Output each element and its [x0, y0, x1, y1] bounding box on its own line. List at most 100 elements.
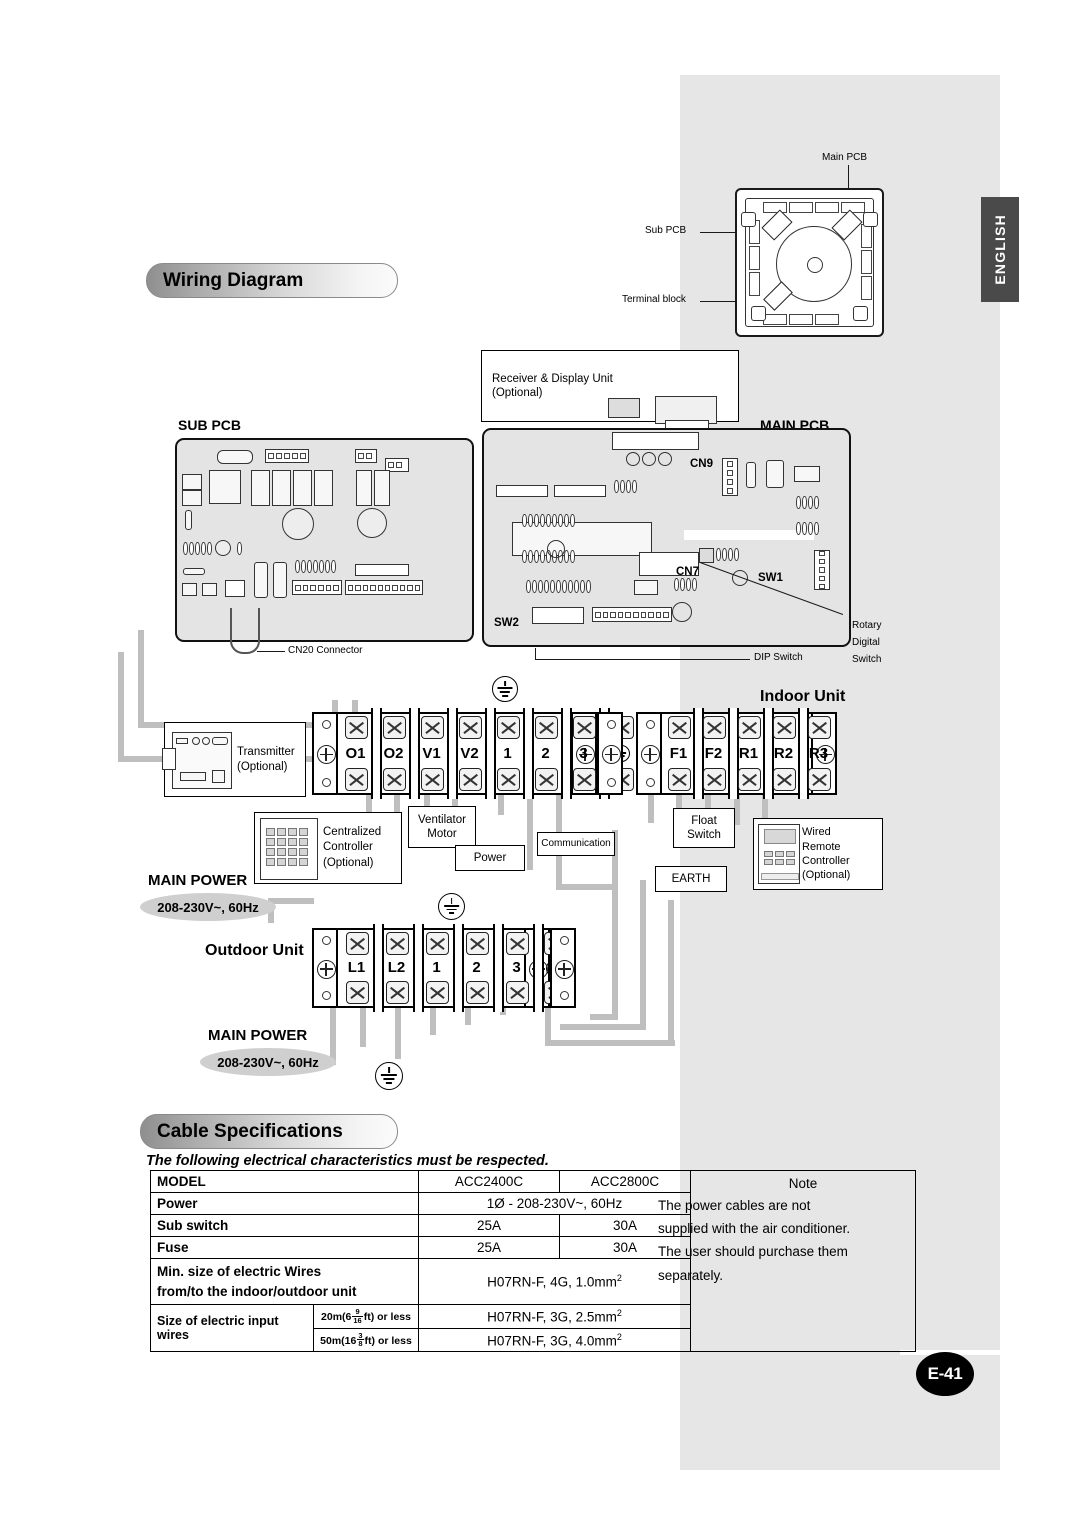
- indoor-unit-heading: Indoor Unit: [760, 688, 846, 705]
- table-header-acc2400c: ACC2400C: [418, 1170, 560, 1193]
- table-note-paragraph: The power cables are not supplied with t…: [658, 1194, 856, 1287]
- indoor-main-power-badge: 208-230V~, 60Hz: [140, 893, 276, 921]
- sub-pcb-component: [182, 490, 202, 506]
- terminal-f2: F2: [699, 712, 728, 795]
- terminal-r3: R3: [804, 712, 833, 795]
- table-label-power: Power: [150, 1192, 419, 1215]
- terminal-2: 2: [530, 712, 561, 795]
- sub-pcb-resistor: [185, 510, 192, 530]
- superscript-2: 2: [616, 1308, 622, 1319]
- earth-symbol-icon: [438, 893, 465, 920]
- unit-vent-slot: [861, 250, 872, 274]
- cn9-pin: [642, 452, 656, 466]
- sub-pcb-ic: [182, 583, 197, 596]
- cond-50m-pre: 50m(16: [320, 1334, 357, 1347]
- language-tab-label: ENGLISH: [992, 214, 1008, 285]
- main-pcb-board: [482, 428, 851, 647]
- wire: [640, 880, 646, 1030]
- table-label-min-wire-size: Min. size of electric Wires from/to the …: [150, 1257, 419, 1306]
- table-label-fuse: Fuse: [150, 1236, 419, 1259]
- float-switch-label-2: Switch: [687, 829, 721, 841]
- rotary-switch-label-2: Digital: [852, 637, 880, 648]
- terminal-label: 1: [503, 744, 512, 762]
- unit-vent-slot: [763, 202, 787, 213]
- wired-remote-controller-icon: [758, 824, 800, 884]
- ventilator-motor-box: Ventilator Motor: [408, 806, 476, 848]
- sub-pcb-component: [273, 562, 287, 598]
- terminal-label: O1: [345, 744, 366, 762]
- table-header-model: MODEL: [150, 1170, 419, 1193]
- transmitter-label: Transmitter: [237, 746, 295, 759]
- sub-pcb-fuse: [217, 450, 253, 464]
- main-pcb-via: [547, 540, 565, 558]
- superscript-2: 2: [616, 1331, 622, 1342]
- unit-corner-screw: [863, 212, 878, 227]
- page-number-badge: E-41: [916, 1352, 974, 1396]
- unit-vent-slot: [789, 202, 813, 213]
- note-line-1: The power cables are not: [658, 1198, 811, 1213]
- wire: [545, 1040, 675, 1046]
- wired-remote-label-1: Wired: [802, 826, 831, 839]
- sw1-label: SW1: [758, 572, 783, 584]
- wire: [268, 898, 314, 904]
- terminal-v1: V1: [416, 712, 447, 795]
- main-pcb-diode: [746, 462, 756, 488]
- main-pcb-ic: [634, 580, 658, 595]
- sub-pcb-component: [182, 474, 202, 490]
- cn20-connector: [225, 580, 245, 597]
- main-pcb-pin-row: [522, 514, 575, 527]
- terminal-label: F2: [704, 744, 723, 762]
- main-pcb-connector: [592, 607, 672, 622]
- terminal-o2: O2: [378, 712, 409, 795]
- indoor-terminal-block-right: F1 F2 R1 R2 R3: [636, 708, 837, 799]
- unit-sub-pcb-label: Sub PCB: [645, 225, 687, 236]
- cond-20m-pre: 20m(6: [321, 1311, 352, 1324]
- language-tab: ENGLISH: [981, 197, 1019, 302]
- terminal-2: 2: [460, 928, 493, 1008]
- note-line-2: supplied with the air conditioner.: [658, 1221, 851, 1237]
- unit-corner-screw: [741, 212, 756, 227]
- sub-pcb-socket: [355, 564, 409, 576]
- sub-pcb-relay: [251, 470, 270, 506]
- terminal-label: L1: [347, 959, 366, 976]
- wired-remote-label-3: Controller: [802, 855, 850, 867]
- transmitter-part: [212, 737, 228, 745]
- indoor-terminal-block-left: O1 O2 V1 V2 1 2 3: [312, 708, 634, 799]
- fraction-denominator: 16: [353, 1315, 362, 1325]
- receiver-display-unit-optional: (Optional): [492, 387, 543, 399]
- wire: [648, 795, 654, 823]
- terminal-label: 3: [512, 959, 521, 976]
- sub-pcb-transformer: [209, 470, 241, 504]
- ventilator-motor-label-2: Motor: [427, 828, 457, 840]
- terminal-screw-column: [550, 928, 576, 1008]
- outdoor-terminal-block: L1 L2 1 2 3: [312, 924, 567, 1012]
- wiring-diagram-title: Wiring Diagram: [163, 269, 304, 291]
- earth-callout-box: EARTH: [655, 866, 727, 892]
- dip-switch-label: DIP Switch: [754, 652, 803, 663]
- unit-main-pcb-label: Main PCB: [822, 152, 868, 163]
- unit-corner-screw: [751, 306, 766, 321]
- indoor-main-power-label: MAIN POWER: [148, 872, 248, 889]
- sub-pcb-pin-row: [237, 542, 242, 555]
- terminal-l2: L2: [380, 928, 413, 1008]
- sw2-dip-switch: [532, 607, 584, 624]
- remote-base: [761, 873, 799, 880]
- unit-vent-slot: [841, 202, 865, 213]
- wire: [668, 900, 674, 1046]
- table-label-input-wires: Size of electric input wires: [150, 1304, 314, 1353]
- terminal-label: V2: [460, 744, 479, 762]
- superscript-2: 2: [616, 1273, 622, 1284]
- centralized-controller-label-1: Centralized: [323, 825, 382, 838]
- terminal-1: 1: [492, 712, 523, 795]
- transmitter-part: [192, 737, 200, 745]
- table-value-50m-text: H07RN-F, 3G, 4.0mm: [487, 1333, 617, 1349]
- unit-vent-slot: [861, 276, 872, 300]
- power-callout-label: Power: [473, 851, 507, 864]
- cn20-connector-label: CN20 Connector: [288, 645, 363, 656]
- sub-pcb-capacitor: [215, 540, 231, 556]
- unit-terminal-block-label: Terminal block: [622, 294, 686, 305]
- power-callout-box: Power: [455, 845, 525, 871]
- wired-remote-optional: (Optional): [802, 869, 851, 882]
- sub-pcb-component: [254, 562, 268, 598]
- unit-vent-slot: [749, 246, 760, 270]
